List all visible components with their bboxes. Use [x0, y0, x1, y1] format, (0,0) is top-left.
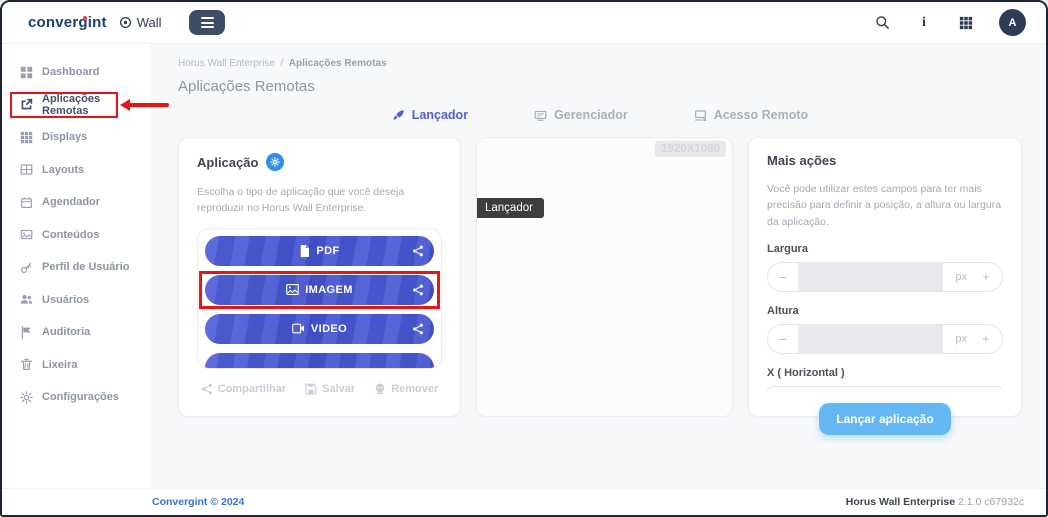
application-settings-gear-icon[interactable] [266, 153, 285, 171]
x-horizontal-label: X ( Horizontal ) [767, 366, 845, 379]
search-icon[interactable] [873, 14, 891, 32]
pdf-file-icon [299, 244, 310, 257]
sidebar-item-layouts[interactable]: Layouts [2, 154, 150, 187]
resolution-badge: 1920X1080 [655, 141, 726, 157]
user-avatar[interactable]: A [999, 9, 1026, 36]
more-actions-card: Mais ações Você pode utilizar estes camp… [748, 137, 1022, 435]
logo-text: convergint [28, 14, 107, 31]
key-icon [20, 261, 33, 274]
gear-icon [20, 390, 33, 404]
media-icon [20, 228, 33, 241]
users-icon [20, 293, 33, 306]
lancador-tag[interactable]: Lançador [477, 198, 544, 218]
application-card-actions: Compartilhar Salvar Remover [197, 383, 442, 395]
minus-button[interactable]: − [768, 325, 798, 353]
remote-apps-icon [20, 98, 33, 111]
wall-product-label: Wall [119, 15, 162, 30]
sidebar-item-aplicacoes-remotas[interactable]: Aplicações Remotas [10, 91, 118, 118]
unit-label: px [955, 270, 967, 283]
breadcrumb-root[interactable]: Horus Wall Enterprise [178, 58, 275, 69]
eye-target-icon [119, 16, 132, 29]
calendar-icon [20, 196, 33, 209]
footer-brand: Horus Wall Enterprise [845, 496, 956, 508]
lancar-aplicacao-button[interactable]: Lançar aplicação [819, 402, 951, 435]
application-type-list: PDF IMAGEM VIDEO [197, 227, 442, 369]
remover-action[interactable]: Remover [374, 383, 438, 395]
sidebar-item-usuarios[interactable]: Usuários [2, 284, 150, 317]
share-icon[interactable] [412, 323, 424, 335]
plus-button[interactable]: + [976, 325, 1002, 353]
share-icon[interactable] [412, 245, 424, 257]
x-horizontal-stepper-clipped[interactable] [767, 385, 1003, 391]
sidebar: Dashboard Aplicações Remotas Displays La… [2, 44, 150, 488]
pdf-button[interactable]: PDF [205, 235, 434, 266]
largura-input[interactable] [798, 262, 944, 291]
sidebar-item-displays[interactable]: Displays [2, 121, 150, 154]
largura-label: Largura [767, 242, 808, 255]
partial-type-button[interactable] [205, 352, 434, 368]
layouts-icon [20, 163, 33, 176]
trash-icon [20, 358, 33, 371]
type-button-wrap-pdf: PDF [205, 235, 434, 266]
image-icon [286, 284, 299, 296]
application-card-description: Escolha o tipo de aplicação que você des… [197, 186, 405, 215]
altura-input[interactable] [798, 324, 944, 353]
tab-lancador[interactable]: Lançador [392, 108, 468, 122]
plus-button[interactable]: + [976, 263, 1002, 291]
displays-icon [20, 131, 33, 144]
minus-button[interactable]: − [768, 263, 798, 291]
apps-grid-icon[interactable] [957, 14, 975, 32]
unit-label: px [955, 332, 967, 345]
type-button-wrap-partial [205, 352, 434, 368]
tab-bar: Lançador Gerenciador Acesso Remoto [178, 108, 1022, 122]
app-window: convergint Wall i A Dashboard Aplicações… [0, 0, 1048, 517]
more-actions-description: Você pode utilizar estes campos para ter… [767, 183, 1002, 228]
sidebar-item-lixeira[interactable]: Lixeira [2, 349, 150, 382]
page-title: Aplicações Remotas [178, 78, 315, 95]
info-icon[interactable]: i [915, 14, 933, 32]
video-button[interactable]: VIDEO [205, 313, 434, 344]
top-bar: convergint Wall i A [2, 2, 1046, 44]
breadcrumb-current: Aplicações Remotas [288, 58, 387, 69]
salvar-action[interactable]: Salvar [305, 383, 355, 395]
video-icon [292, 323, 305, 334]
application-card-title: Aplicação [197, 154, 259, 170]
sidebar-item-agendador[interactable]: Agendador [2, 186, 150, 219]
imagem-button[interactable]: IMAGEM [205, 274, 434, 305]
altura-stepper: − px + [767, 323, 1003, 354]
dashboard-icon [20, 66, 33, 79]
footer-version: Horus Wall Enterprise 2.1.0 c67932c [845, 496, 1024, 508]
share-icon [201, 383, 213, 395]
logo-red-dot [83, 15, 87, 20]
breadcrumb: Horus Wall Enterprise / Aplicações Remot… [178, 58, 387, 69]
sidebar-item-perfil-de-usuario[interactable]: Perfil de Usuário [2, 251, 150, 284]
sidebar-item-conteudos[interactable]: Conteúdos [2, 219, 150, 252]
application-card: Aplicação Escolha o tipo de aplicação qu… [178, 137, 461, 417]
share-icon[interactable] [412, 284, 424, 296]
footer-copyright: Convergint © 2024 [152, 496, 245, 508]
largura-stepper: − px + [767, 261, 1003, 292]
skull-icon [374, 383, 386, 395]
altura-label: Altura [767, 304, 799, 317]
tab-acesso-remoto[interactable]: Acesso Remoto [694, 108, 808, 122]
wall-text: Wall [136, 15, 162, 30]
remote-access-icon [694, 109, 707, 122]
sidebar-item-auditoria[interactable]: Auditoria [2, 316, 150, 349]
sidebar-item-configuracoes[interactable]: Configurações [2, 381, 150, 414]
tab-gerenciador[interactable]: Gerenciador [534, 108, 628, 122]
footer-bar: Convergint © 2024 Horus Wall Enterprise … [2, 488, 1046, 515]
type-button-wrap-video: VIDEO [205, 313, 434, 344]
more-actions-title: Mais ações [767, 153, 837, 168]
type-button-wrap-imagem: IMAGEM [199, 270, 440, 309]
main-content: Horus Wall Enterprise / Aplicações Remot… [150, 44, 1046, 488]
compartilhar-action[interactable]: Compartilhar [201, 383, 286, 395]
sidebar-item-dashboard[interactable]: Dashboard [2, 56, 150, 89]
convergint-logo: convergint [28, 14, 107, 31]
menu-toggle-button[interactable] [189, 10, 226, 35]
manager-icon [534, 109, 547, 122]
wall-preview-canvas[interactable]: 1920X1080 Lançador [476, 137, 733, 417]
flag-icon [20, 325, 33, 339]
save-icon [305, 383, 317, 395]
rocket-icon [392, 109, 405, 122]
